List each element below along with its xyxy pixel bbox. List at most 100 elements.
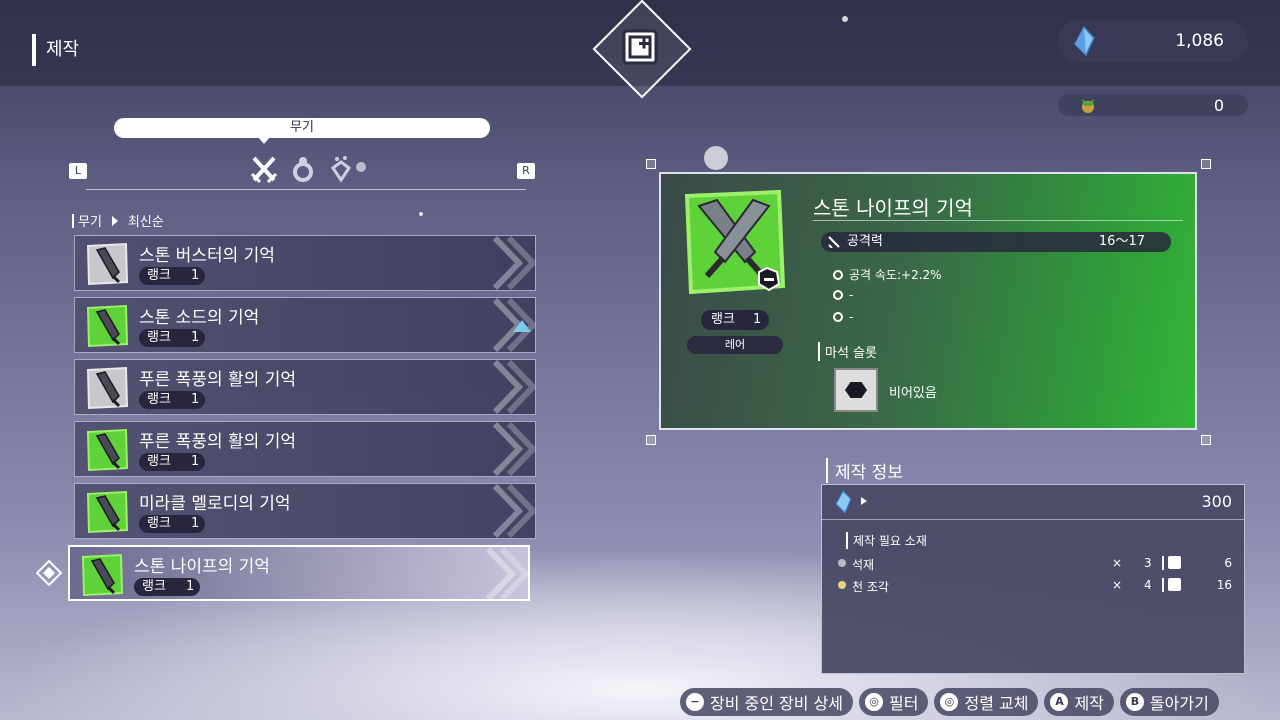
attack-value: 16〜17 — [1098, 234, 1145, 249]
item-rank-label: 랭크 — [147, 454, 171, 469]
empty-gem-icon — [845, 382, 867, 398]
item-rank-pill: 랭크 1 — [134, 578, 200, 596]
material-icon[interactable] — [327, 154, 355, 184]
light-orb — [842, 16, 848, 22]
item-rank-label: 랭크 — [147, 516, 171, 531]
chevron-right-icon — [492, 236, 535, 290]
item-thumbnail-icon — [81, 553, 124, 597]
next-category-button[interactable]: R — [517, 163, 535, 179]
stick-key-icon: ◎ — [940, 693, 959, 711]
material-required: 3 — [1144, 556, 1152, 570]
filter-button[interactable]: ◎ 필터 — [859, 688, 929, 716]
sort-button[interactable]: ◎ 정렬 교체 — [934, 688, 1039, 716]
stone-knife-icon — [684, 189, 786, 295]
breadcrumb: 무기 최신순 — [72, 211, 164, 230]
material-owned: 16 — [1216, 578, 1232, 592]
crystal-amount: 1,086 — [1175, 31, 1224, 51]
crystal-icon — [1074, 26, 1095, 56]
chevron-right-icon — [492, 360, 535, 414]
slot-heading: 마석 슬롯 — [818, 342, 877, 361]
detail-corner — [646, 435, 656, 445]
cloth-material-icon — [838, 581, 846, 589]
stat-text: 공격 속도:+2.2% — [849, 268, 942, 282]
stat-dot-icon — [833, 290, 843, 300]
b-key-icon: B — [1125, 693, 1144, 711]
item-name: 스톤 소드의 기억 — [139, 308, 260, 328]
minus-key-icon: − — [686, 693, 704, 711]
item-row[interactable]: 미라클 멜로디의 기억랭크 1 — [74, 483, 536, 539]
item-name: 푸른 폭풍의 활의 기억 — [139, 370, 296, 390]
craft-info-panel: 300 제작 필요 소재 석재 × 3 6 천 조각 × 4 16 — [821, 484, 1245, 674]
times-sign: × — [1112, 556, 1123, 570]
slot-status: 비어있음 — [889, 386, 937, 401]
rarity-badge: 레어 — [687, 336, 783, 354]
item-thumbnail-icon — [86, 490, 129, 534]
attack-stat-row: 공격력 16〜17 — [821, 232, 1171, 252]
item-name: 미라클 멜로디의 기억 — [139, 494, 291, 514]
craft-button[interactable]: A 제작 — [1044, 688, 1114, 716]
chevron-right-icon — [492, 484, 535, 538]
a-key-icon: A — [1050, 693, 1069, 711]
category-label: 무기 — [114, 118, 490, 138]
button-label: 돌아가기 — [1149, 694, 1209, 713]
breadcrumb-sort[interactable]: 최신순 — [128, 215, 164, 230]
prev-category-button[interactable]: L — [69, 163, 87, 179]
detail-rank-pill: 랭크 1 — [701, 310, 769, 330]
scroll-up-indicator[interactable] — [513, 320, 531, 332]
item-rank-pill: 랭크 1 — [139, 453, 205, 471]
stat-row: 공격 속도:+2.2% — [833, 266, 942, 283]
item-rank-value: 1 — [191, 330, 200, 345]
item-thumbnail-icon — [86, 304, 129, 348]
item-detail-panel: 랭크 1 레어 스톤 나이프의 기억 공격력 16〜17 공격 속도:+2.2% … — [659, 172, 1197, 430]
item-row[interactable]: 푸른 폭풍의 활의 기억 랭크 1 — [74, 421, 536, 477]
item-row[interactable]: 푸른 폭풍의 활의 기억랭크 1 — [74, 359, 536, 415]
detail-corner — [1201, 159, 1211, 169]
item-thumbnail-icon — [86, 242, 129, 286]
material-name: 석재 — [852, 558, 875, 572]
token-icon — [1082, 99, 1094, 113]
material-row: 천 조각 × 4 16 — [838, 577, 1234, 595]
divider — [1162, 556, 1164, 570]
secondary-amount: 0 — [1213, 96, 1224, 115]
stat-row: - — [833, 310, 853, 324]
magic-stone-slot[interactable] — [834, 368, 878, 412]
item-rank-label: 랭크 — [147, 330, 171, 345]
ring-icon[interactable] — [289, 154, 317, 184]
light-orb — [704, 146, 728, 170]
button-label: 필터 — [889, 694, 919, 713]
item-rank-value: 1 — [191, 516, 200, 531]
selection-cursor-icon — [36, 560, 62, 586]
breadcrumb-bar — [72, 214, 74, 228]
item-name: 스톤 버스터의 기억 — [139, 246, 275, 266]
attack-label: 공격력 — [847, 234, 883, 249]
item-rank-pill: 랭크 1 — [139, 267, 205, 285]
item-rank-label: 랭크 — [147, 392, 171, 407]
item-rank-pill: 랭크 1 — [139, 391, 205, 409]
chevron-right-icon — [492, 422, 535, 476]
stat-text: - — [849, 288, 854, 302]
divider — [1162, 578, 1164, 592]
category-divider — [86, 189, 526, 190]
button-label: 장비 중인 장비 상세 — [710, 694, 844, 713]
item-rank-value: 1 — [191, 454, 200, 469]
item-rank-pill: 랭크 1 — [139, 329, 205, 347]
detail-title: 스톤 나이프의 기억 — [813, 196, 973, 220]
craft-cost-row: 300 — [822, 485, 1244, 520]
button-hint-bar: − 장비 중인 장비 상세 ◎ 필터 ◎ 정렬 교체 A 제작 B 돌아가기 — [680, 688, 1219, 716]
sword-icon[interactable] — [250, 154, 278, 184]
detail-corner — [646, 159, 656, 169]
detail-corner — [1201, 435, 1211, 445]
item-row[interactable]: 스톤 나이프의 기억 랭크 1 — [68, 545, 530, 601]
item-row[interactable]: 스톤 소드의 기억랭크 1 — [74, 297, 536, 353]
back-button[interactable]: B 돌아가기 — [1119, 688, 1219, 716]
stick-key-icon: ◎ — [865, 693, 884, 711]
item-rank-value: 1 — [191, 392, 200, 407]
item-row[interactable]: 스톤 버스터의 기억 랭크 1 — [74, 235, 536, 291]
equipped-detail-button[interactable]: − 장비 중인 장비 상세 — [680, 688, 854, 716]
material-name: 천 조각 — [852, 580, 889, 594]
stat-dot-icon — [833, 270, 843, 280]
stone-material-icon — [838, 559, 846, 567]
breadcrumb-category: 무기 — [78, 215, 102, 230]
button-label: 제작 — [1074, 694, 1104, 713]
item-thumbnail-icon — [86, 428, 129, 472]
